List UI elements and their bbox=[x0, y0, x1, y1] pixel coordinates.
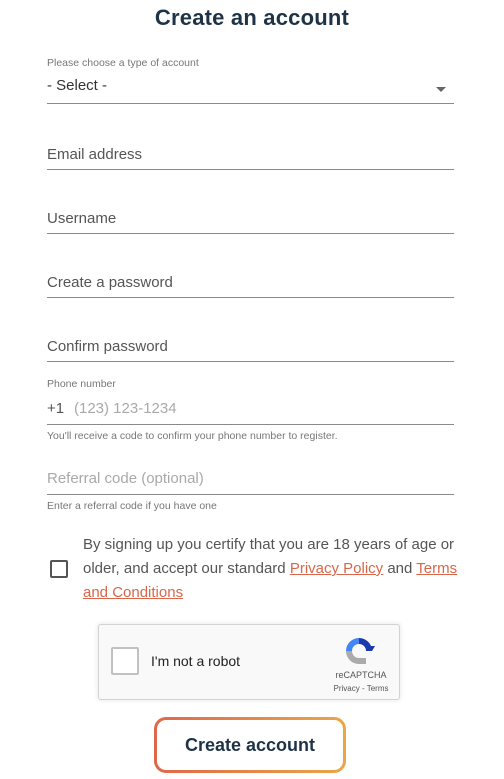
email-placeholder[interactable]: Email address bbox=[47, 146, 142, 163]
create-account-label: Create account bbox=[157, 720, 343, 770]
password-field[interactable]: Create a password bbox=[47, 274, 454, 304]
recaptcha-brand: reCAPTCHA bbox=[335, 670, 387, 680]
referral-helper-text: Enter a referral code if you have one bbox=[47, 500, 217, 512]
phone-country-prefix: +1 bbox=[47, 400, 65, 417]
account-type-underline bbox=[47, 103, 454, 104]
username-field[interactable]: Username bbox=[47, 210, 454, 240]
recaptcha-widget: I'm not a robot reCAPTCHA Privacy - Term… bbox=[98, 624, 400, 700]
phone-input[interactable]: (123) 123-1234 bbox=[74, 400, 177, 417]
consent-checkbox[interactable] bbox=[50, 560, 68, 578]
password-placeholder[interactable]: Create a password bbox=[47, 274, 173, 291]
referral-input[interactable]: Referral code (optional) bbox=[47, 470, 204, 487]
confirm-password-field[interactable]: Confirm password bbox=[47, 338, 454, 368]
recaptcha-label: I'm not a robot bbox=[151, 653, 241, 669]
account-type-value[interactable]: - Select - bbox=[47, 77, 107, 94]
recaptcha-privacy-terms-links[interactable]: Privacy - Terms bbox=[329, 684, 393, 693]
referral-field[interactable]: Referral code (optional) Enter a referra… bbox=[47, 470, 454, 520]
page-title: Create an account bbox=[154, 5, 350, 30]
confirm-password-placeholder[interactable]: Confirm password bbox=[47, 338, 168, 355]
phone-underline bbox=[47, 424, 454, 425]
confirm-password-underline bbox=[47, 361, 454, 362]
create-account-button[interactable]: Create account bbox=[154, 717, 346, 773]
phone-label: Phone number bbox=[47, 378, 116, 390]
consent-text: By signing up you certify that you are 1… bbox=[83, 533, 463, 605]
username-placeholder[interactable]: Username bbox=[47, 210, 116, 227]
account-type-label: Please choose a type of account bbox=[47, 57, 199, 69]
email-field[interactable]: Email address bbox=[47, 146, 454, 176]
email-underline bbox=[47, 169, 454, 170]
recaptcha-logo-icon bbox=[346, 638, 375, 664]
privacy-policy-link[interactable]: Privacy Policy bbox=[290, 560, 383, 577]
phone-field[interactable]: Phone number +1 (123) 123-1234 You'll re… bbox=[47, 378, 454, 448]
recaptcha-checkbox[interactable] bbox=[111, 647, 139, 675]
phone-helper-text: You'll receive a code to confirm your ph… bbox=[47, 430, 338, 442]
consent-text-middle: and bbox=[383, 560, 417, 577]
chevron-down-icon[interactable] bbox=[436, 87, 446, 92]
consent-section: By signing up you certify that you are 1… bbox=[50, 533, 460, 605]
account-type-select[interactable]: Please choose a type of account - Select… bbox=[47, 57, 454, 107]
referral-underline bbox=[47, 494, 454, 495]
username-underline bbox=[47, 233, 454, 234]
password-underline bbox=[47, 297, 454, 298]
